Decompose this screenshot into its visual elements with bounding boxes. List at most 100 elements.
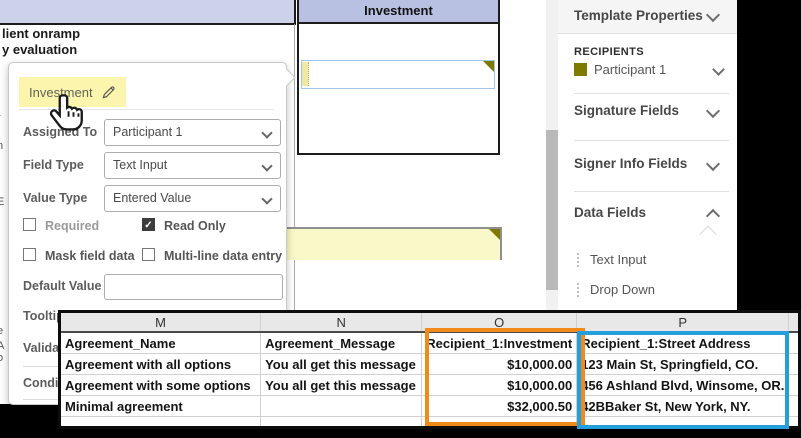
table-row: Agreement with some options You all get … [60,375,800,396]
data-fields-section[interactable]: Data Fields [558,205,737,225]
investment-column-header: Investment [299,0,498,24]
cell[interactable] [577,417,789,428]
column-letter [789,312,800,333]
mask-field-data-label: Mask field data [45,249,135,263]
cell[interactable] [789,375,800,396]
recipients-heading: RECIPIENTS [574,46,644,58]
chevron-down-icon[interactable] [706,157,720,171]
cell[interactable] [422,417,577,428]
popup-callout-notch [277,68,295,86]
value-type-dropdown[interactable]: Entered Value [104,185,281,212]
required-checkbox[interactable] [23,218,36,231]
table-row [60,417,800,428]
divider [574,140,729,141]
cell[interactable] [789,417,800,428]
field-type-dropdown[interactable]: Text Input [104,152,281,179]
cell[interactable]: $10,000.00 [422,375,577,396]
signature-fields-section[interactable]: Signature Fields [558,103,737,123]
template-properties-label: Template Properties [574,8,703,23]
column-letter[interactable]: M [60,312,261,333]
cell[interactable] [789,354,800,375]
cell[interactable] [789,396,800,417]
clipped-text-fragment: o [0,352,3,364]
document-investment-table: Investment [297,0,500,155]
field-corner-marker [489,229,500,240]
table-row: Agreement_Name Agreement_Message Recipie… [60,332,800,354]
participant-color-swatch [574,63,587,76]
read-only-label: Read Only [164,219,226,233]
hand-cursor-icon [46,92,90,140]
cell[interactable]: Recipient_1:Investment [422,332,577,354]
participant-label: Participant 1 [594,62,666,77]
clipped-text-fragment: E [0,196,4,208]
value-type-label: Value Type [23,191,87,205]
default-value-input[interactable] [104,274,283,300]
cell[interactable]: $32,000.50 [422,396,577,417]
cell[interactable]: You all get this message [261,375,422,396]
document-scrollbar[interactable] [546,0,558,310]
column-letter[interactable]: N [261,312,422,333]
column-letter[interactable]: P [577,312,789,333]
chevron-down-icon[interactable] [706,104,720,118]
cell[interactable] [261,417,422,428]
assigned-to-dropdown[interactable]: Participant 1 [104,119,281,146]
default-value-label: Default Value [23,279,102,293]
investment-field-on-document[interactable] [301,60,495,89]
multi-line-label: Multi-line data entry [164,249,282,263]
recipient-participant-row[interactable]: Participant 1 [574,62,724,78]
cell[interactable]: $10,000.00 [422,354,577,375]
value-type-value: Entered Value [113,191,191,205]
cell[interactable]: 123 Main St, Springfield, CO. [577,354,789,375]
cell[interactable]: Agreement with some options [60,375,261,396]
signature-fields-label: Signature Fields [574,103,679,118]
chevron-down-icon [261,127,272,138]
cell[interactable]: Minimal agreement [60,396,261,417]
chevron-down-icon[interactable] [706,8,720,22]
excel-spreadsheet: M N O P Agreement_Name Agreement_Message… [58,310,801,429]
unselected-field-on-document[interactable] [284,227,502,260]
field-drag-tab[interactable] [302,62,309,86]
drop-down-item-label: Drop Down [590,282,655,297]
cell[interactable] [60,417,261,428]
chevron-down-icon[interactable] [712,63,725,76]
assigned-to-value: Participant 1 [113,125,182,139]
clipped-text-fragment: e [0,325,3,337]
cell[interactable]: 42BBaker St, New York, NY. [577,396,789,417]
clipped-text-fragment: A [0,340,4,352]
chevron-down-icon [261,160,272,171]
chevron-down-icon [261,193,272,204]
cell[interactable]: Agreement_Name [60,332,261,354]
document-table-border [294,24,295,310]
cell[interactable] [789,332,800,354]
mask-field-data-checkbox[interactable] [23,248,36,261]
table-row: Agreement with all options You all get t… [60,354,800,375]
cell[interactable]: You all get this message [261,354,422,375]
data-field-item-text-input[interactable]: Text Input [558,252,737,270]
template-properties-row[interactable]: Template Properties [558,0,737,34]
table-row: Minimal agreement $32,000.50 42BBaker St… [60,396,800,417]
multi-line-checkbox[interactable] [142,248,155,261]
cell[interactable]: Agreement_Message [261,332,422,354]
drag-handle-icon[interactable] [577,283,579,297]
cell[interactable]: 456 Ashland Blvd, Winsome, OR. [577,375,789,396]
data-field-item-drop-down[interactable]: Drop Down [558,282,737,300]
clipped-text-fragment: n [0,140,3,152]
section-notch [700,226,717,243]
document-text-line: lient onramp [2,26,80,41]
document-table-header-left [0,0,296,25]
cell[interactable]: Recipient_1:Street Address [577,332,789,354]
signer-info-fields-section[interactable]: Signer Info Fields [558,156,737,176]
authoring-sidebar: Template Properties RECIPIENTS Participa… [558,0,737,310]
chevron-up-icon[interactable] [706,209,720,223]
divider [574,93,729,94]
column-letter[interactable]: O [422,312,577,333]
data-fields-label: Data Fields [574,205,646,220]
cell[interactable] [261,396,422,417]
scrollbar-thumb[interactable] [546,130,558,290]
pencil-icon[interactable] [101,85,116,100]
field-corner-marker [483,61,494,72]
field-type-value: Text Input [113,158,167,172]
cell[interactable]: Agreement with all options [60,354,261,375]
read-only-checkbox[interactable]: ✓ [142,218,155,231]
drag-handle-icon[interactable] [577,253,579,267]
